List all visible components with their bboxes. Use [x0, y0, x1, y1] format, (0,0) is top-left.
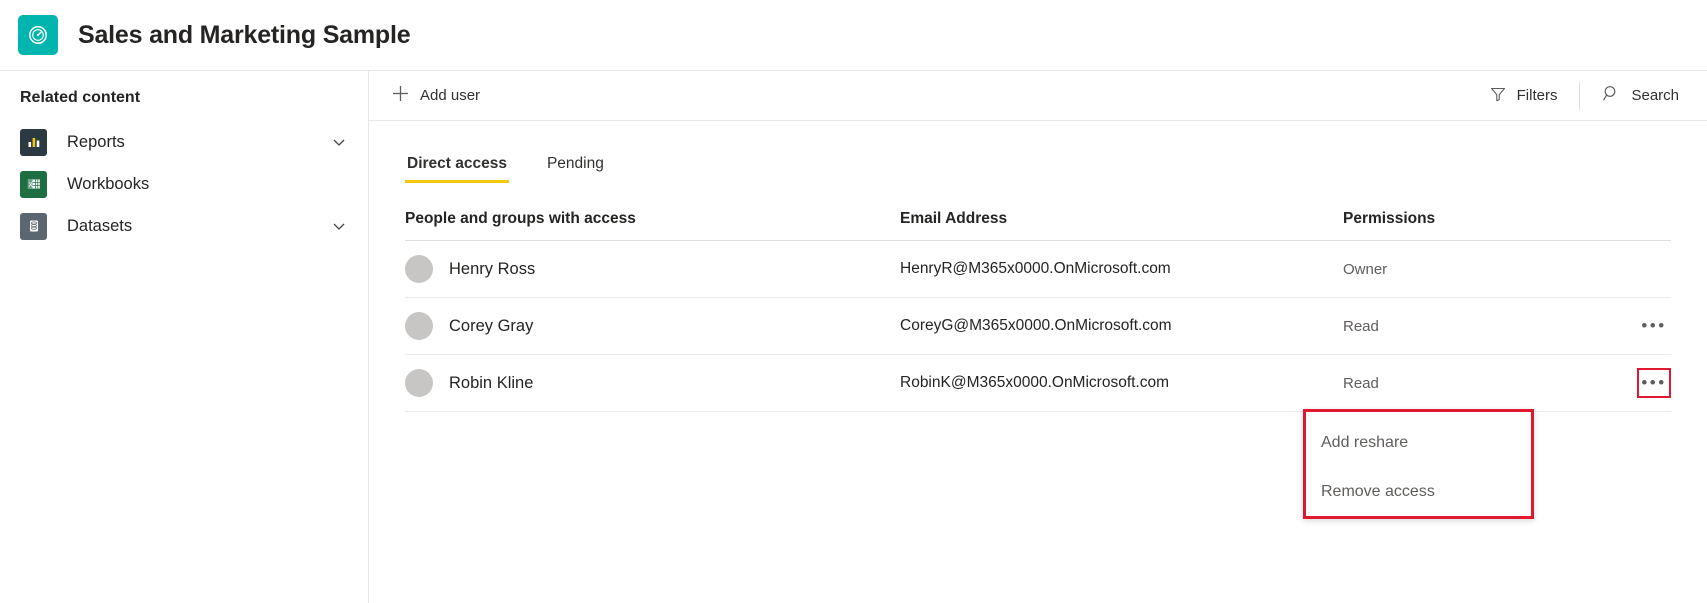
table-header-row: People and groups with access Email Addr… [405, 197, 1671, 241]
user-permission: Read [1343, 318, 1671, 335]
page-title: Sales and Marketing Sample [78, 21, 410, 50]
menu-item-label: Add reshare [1321, 434, 1408, 452]
table-row[interactable]: Robin Kline RobinK@M365x0000.OnMicrosoft… [405, 355, 1671, 412]
sidebar-chevron-placeholder [330, 175, 348, 193]
table-row[interactable]: Corey Gray CoreyG@M365x0000.OnMicrosoft.… [405, 298, 1671, 355]
row-context-menu: Add reshare Remove access [1303, 409, 1534, 519]
tab-label: Direct access [407, 155, 507, 172]
plus-icon [391, 84, 410, 107]
page-body: Related content Reports [0, 71, 1707, 603]
table-row[interactable]: Henry Ross HenryR@M365x0000.OnMicrosoft.… [405, 241, 1671, 298]
user-cell: Henry Ross [405, 255, 900, 283]
add-user-label: Add user [420, 87, 480, 104]
sidebar-title: Related content [0, 89, 368, 107]
sidebar: Related content Reports [0, 71, 369, 603]
database-icon [20, 213, 47, 240]
search-button[interactable]: Search [1602, 79, 1679, 113]
user-permission: Owner [1343, 261, 1671, 278]
avatar [405, 369, 433, 397]
search-icon [1602, 84, 1621, 107]
tab-pending[interactable]: Pending [545, 155, 606, 183]
tab-direct-access[interactable]: Direct access [405, 155, 509, 183]
chevron-down-icon[interactable] [330, 217, 348, 235]
filters-button[interactable]: Filters [1489, 79, 1558, 113]
excel-grid-icon: X [20, 171, 47, 198]
tab-label: Pending [547, 155, 604, 172]
user-name: Henry Ross [449, 260, 535, 279]
menu-item-add-reshare[interactable]: Add reshare [1306, 418, 1531, 467]
avatar [405, 312, 433, 340]
user-email: CoreyG@M365x0000.OnMicrosoft.com [900, 317, 1343, 335]
access-table: People and groups with access Email Addr… [405, 197, 1671, 412]
bar-chart-icon [20, 129, 47, 156]
svg-text:X: X [28, 182, 33, 189]
gauge-icon [18, 15, 58, 55]
chevron-down-icon[interactable] [330, 133, 348, 151]
funnel-icon [1489, 85, 1507, 107]
sidebar-item-workbooks[interactable]: X Workbooks [0, 163, 368, 205]
menu-item-remove-access[interactable]: Remove access [1306, 467, 1531, 516]
share-permissions-page: Sales and Marketing Sample Related conte… [0, 0, 1707, 603]
avatar [405, 255, 433, 283]
user-cell: Corey Gray [405, 312, 900, 340]
column-header-permissions: Permissions [1343, 210, 1671, 228]
user-cell: Robin Kline [405, 369, 900, 397]
filters-label: Filters [1517, 87, 1558, 104]
sidebar-item-datasets[interactable]: Datasets [0, 205, 368, 247]
row-more-options-button-active[interactable]: ••• [1637, 368, 1671, 398]
menu-item-label: Remove access [1321, 483, 1435, 501]
column-header-name: People and groups with access [405, 210, 900, 228]
row-more-options-button[interactable]: ••• [1637, 311, 1671, 341]
search-label: Search [1631, 87, 1679, 104]
toolbar: Add user Filters [369, 71, 1707, 121]
user-permission: Read [1343, 375, 1671, 392]
sidebar-item-label: Datasets [67, 217, 330, 236]
add-user-button[interactable]: Add user [391, 79, 480, 113]
tab-bar: Direct access Pending [369, 127, 1707, 183]
sidebar-item-label: Workbooks [67, 175, 330, 194]
column-header-email: Email Address [900, 210, 1343, 228]
page-header: Sales and Marketing Sample [0, 0, 1707, 71]
toolbar-divider [1579, 82, 1580, 110]
user-name: Robin Kline [449, 374, 533, 393]
sidebar-item-label: Reports [67, 133, 330, 152]
sidebar-item-reports[interactable]: Reports [0, 121, 368, 163]
user-email: RobinK@M365x0000.OnMicrosoft.com [900, 374, 1343, 392]
main-panel: Add user Filters [369, 71, 1707, 603]
user-name: Corey Gray [449, 317, 533, 336]
user-email: HenryR@M365x0000.OnMicrosoft.com [900, 260, 1343, 278]
